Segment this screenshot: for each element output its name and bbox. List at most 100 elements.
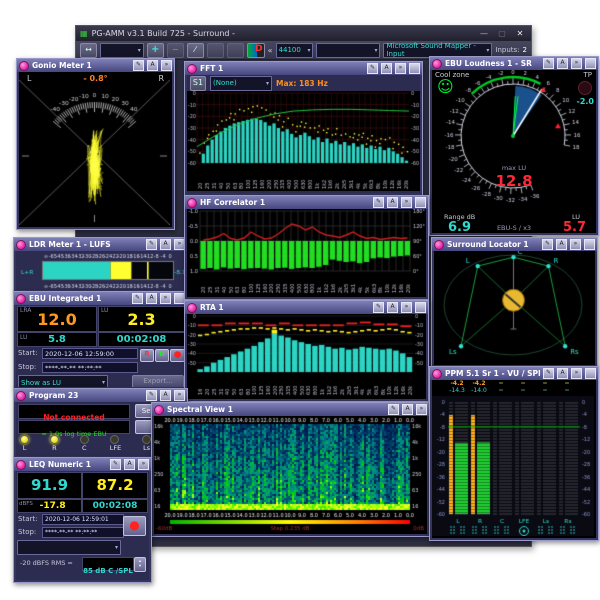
collapse-icon[interactable]: » xyxy=(160,293,171,304)
led-icon xyxy=(142,435,152,444)
integrated-titlebar[interactable]: EBU Integrated 1 ✎ A » xyxy=(14,292,187,305)
collapse-icon[interactable]: » xyxy=(571,368,582,379)
spl-spinner[interactable]: ▴ ▾ xyxy=(134,557,146,572)
tool-button-1[interactable] xyxy=(206,42,224,58)
channel-combo[interactable]: ▾ xyxy=(316,42,381,58)
fft-s1-button[interactable]: S1 xyxy=(190,75,206,91)
tool-button-2[interactable] xyxy=(226,42,244,58)
stop-label: Stop: xyxy=(18,528,37,536)
collapse-icon[interactable]: » xyxy=(571,58,582,69)
autoscale-icon[interactable]: A xyxy=(402,404,413,415)
edit-icon[interactable]: ✎ xyxy=(542,239,553,250)
swap-icon[interactable]: ↔ xyxy=(80,42,97,58)
fft-source-combo[interactable]: (None) ▾ xyxy=(210,75,272,91)
collapse-icon[interactable]: » xyxy=(138,459,149,470)
spectral-canvas xyxy=(154,416,427,532)
collapse-icon[interactable]: » xyxy=(174,390,185,401)
autoscale-icon[interactable]: A xyxy=(557,58,568,69)
led-label: R xyxy=(52,444,57,452)
autoscale-icon[interactable]: A xyxy=(147,60,158,71)
spectral-titlebar[interactable]: Spectral View 1 ✎ A » xyxy=(152,403,429,416)
extra-icon[interactable] xyxy=(585,58,596,69)
show-as-combo[interactable]: Show as LU ▾ xyxy=(18,375,108,387)
lra-panel: LRA 12.0 xyxy=(17,306,97,332)
gear-icon xyxy=(16,459,26,470)
collapse-icon[interactable]: » xyxy=(161,60,172,71)
autoscale-icon[interactable]: A xyxy=(124,459,135,470)
edit-icon[interactable]: ✎ xyxy=(543,58,554,69)
edit-icon[interactable]: ✎ xyxy=(543,368,554,379)
stop-field[interactable] xyxy=(42,362,138,373)
ppm-value: -4.2 xyxy=(450,380,464,387)
collapse-icon[interactable]: » xyxy=(401,302,412,313)
collapse-icon[interactable]: » xyxy=(401,197,412,208)
close-button[interactable]: ✕ xyxy=(513,29,527,38)
locator-titlebar[interactable]: Surround Locator 1 ✎ A » xyxy=(432,238,597,251)
lu-value: 2.3 xyxy=(127,310,156,329)
extra-icon[interactable] xyxy=(415,302,426,313)
extra-icon[interactable] xyxy=(584,239,595,250)
autoscale-icon[interactable]: A xyxy=(387,302,398,313)
collapse-icon[interactable]: » xyxy=(395,63,406,74)
loudness-titlebar[interactable]: EBU Loudness 1 - SR ✎ A » xyxy=(430,57,598,70)
led-ch-lfe: LFE xyxy=(109,435,121,452)
remove-button[interactable]: − xyxy=(166,42,184,58)
fft-titlebar[interactable]: FFT 1 ✎ A » xyxy=(185,62,422,75)
autoscale-icon[interactable]: A xyxy=(381,63,392,74)
rta-titlebar[interactable]: RTA 1 ✎ A » xyxy=(185,301,428,314)
minimize-button[interactable]: — xyxy=(477,29,491,38)
lra-label: LRA xyxy=(20,307,32,314)
edit-icon[interactable]: ✎ xyxy=(146,239,157,250)
record-button[interactable]: ● xyxy=(123,516,146,536)
autoscale-icon[interactable]: A xyxy=(557,368,568,379)
maximize-button[interactable]: ▢ xyxy=(495,29,509,38)
autoscale-icon[interactable]: A xyxy=(160,239,171,250)
start-field[interactable] xyxy=(42,348,138,359)
program-titlebar[interactable]: Program 23 ✎ A » xyxy=(14,389,187,402)
samplerate-combo[interactable]: 44100 ▾ xyxy=(275,42,314,58)
correlator-titlebar[interactable]: HF Correlator 1 ✎ A » xyxy=(185,196,428,209)
edit-icon[interactable]: ✎ xyxy=(133,60,144,71)
leq-combo[interactable]: ▾ xyxy=(17,540,121,555)
edit-icon[interactable]: ✎ xyxy=(132,293,143,304)
add-button[interactable]: + xyxy=(146,42,164,58)
extra-icon[interactable] xyxy=(409,63,420,74)
tp-lamp xyxy=(578,81,592,95)
ldr-titlebar[interactable]: LDR Meter 1 - LUFS ✎ A » xyxy=(14,238,187,251)
edit-icon[interactable]: ✎ xyxy=(373,197,384,208)
edit-icon[interactable]: ✎ xyxy=(367,63,378,74)
extra-icon[interactable] xyxy=(585,368,596,379)
autoscale-icon[interactable]: A xyxy=(556,239,567,250)
readout-c: = = xyxy=(490,380,512,396)
main-titlebar[interactable]: ▦ PG-AMM v3.1 Build 725 - Surround - — ▢… xyxy=(76,26,531,41)
lu2-panel: LU 5.8 xyxy=(17,332,97,347)
edit-icon[interactable]: ✎ xyxy=(110,459,121,470)
gear-icon xyxy=(187,63,197,74)
autoscale-icon[interactable]: A xyxy=(160,390,171,401)
ppm-titlebar[interactable]: PPM 5.1 Sr 1 - VU / SPPM ✎ A » xyxy=(430,367,598,380)
pause-button[interactable]: II xyxy=(155,349,169,362)
autoscale-icon[interactable]: A xyxy=(387,197,398,208)
collapse-left-icon[interactable]: « xyxy=(268,46,273,55)
edit-icon[interactable]: ✎ xyxy=(388,404,399,415)
edit-icon[interactable]: ✎ xyxy=(146,390,157,401)
edit-icon[interactable]: ✎ xyxy=(373,302,384,313)
autoscale-icon[interactable]: A xyxy=(146,293,157,304)
edit-button[interactable]: ⁄ xyxy=(186,42,204,58)
record-button[interactable]: ● xyxy=(170,349,185,362)
collapse-icon[interactable]: » xyxy=(570,239,581,250)
led-ch-ls: Ls xyxy=(142,435,152,452)
spl-value: 85 dB C /SPL xyxy=(83,567,133,575)
leq-stop-field[interactable] xyxy=(42,527,124,538)
led-label: Ls xyxy=(143,444,151,452)
gonio-titlebar[interactable]: Gonio Meter 1 ✎ A » xyxy=(17,59,174,72)
leq-start-field[interactable] xyxy=(42,514,124,525)
export-button[interactable]: Export... xyxy=(132,375,184,387)
preset-combo[interactable]: ▾ xyxy=(100,42,144,58)
collapse-icon[interactable]: » xyxy=(416,404,427,415)
logo-button[interactable] xyxy=(246,42,265,58)
extra-icon[interactable] xyxy=(415,197,426,208)
leq-titlebar[interactable]: LEQ Numeric 1 ✎ A » xyxy=(14,458,151,471)
gear-icon xyxy=(187,197,197,208)
reset-button[interactable]: R xyxy=(140,349,154,362)
